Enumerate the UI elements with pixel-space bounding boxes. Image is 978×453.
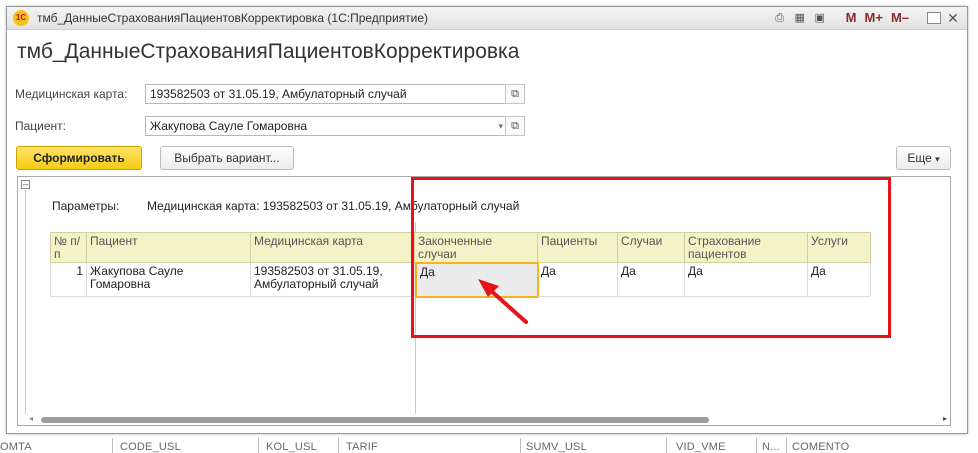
column-header-insurance[interactable]: Страхование пациентов xyxy=(685,232,808,263)
patient-open-button[interactable]: ⧉ xyxy=(505,116,525,136)
tree-guide-line xyxy=(25,190,26,414)
column-header-num[interactable]: № п/п xyxy=(50,232,87,263)
table-cell-cases[interactable]: Да xyxy=(618,263,685,297)
memory-minus-button[interactable]: M– xyxy=(889,10,911,26)
memory-plus-button[interactable]: M+ xyxy=(863,10,885,26)
background-column-label: CODE_USL xyxy=(120,441,181,453)
report-area: – Параметры: Медицинская карта: 19358250… xyxy=(17,176,951,426)
more-button[interactable]: Еще ▾ xyxy=(896,146,951,170)
title-bar: 1С тмб_ДанныеСтрахованияПациентовКоррект… xyxy=(7,7,967,30)
table-cell-med-card[interactable]: 193582503 от 31.05.19, Амбулаторный случ… xyxy=(251,263,415,297)
choose-variant-button[interactable]: Выбрать вариант... xyxy=(160,146,294,170)
background-column-label: VID_VME xyxy=(676,441,726,453)
background-column-label: KOL_USL xyxy=(266,441,317,453)
maximize-icon[interactable] xyxy=(927,12,941,24)
print-icon[interactable]: ⎙ xyxy=(772,10,788,26)
background-column-label: OMTA xyxy=(0,441,32,453)
collapse-group-icon[interactable]: – xyxy=(21,180,30,189)
more-label: Еще xyxy=(907,151,932,165)
column-header-patients[interactable]: Пациенты xyxy=(538,232,618,263)
table-cell-patient[interactable]: Жакупова Сауле Гомаровна xyxy=(87,263,251,297)
params-value: Медицинская карта: 193582503 от 31.05.19… xyxy=(147,199,520,213)
column-header-services[interactable]: Услуги xyxy=(808,232,871,263)
column-header-patient[interactable]: Пациент xyxy=(87,232,251,263)
close-icon[interactable]: ✕ xyxy=(945,10,961,26)
generate-button[interactable]: Сформировать xyxy=(16,146,142,170)
chevron-down-icon: ▾ xyxy=(935,154,940,164)
params-label: Параметры: xyxy=(52,199,120,213)
background-column-label: SUMV_USL xyxy=(526,441,587,453)
memory-m-button[interactable]: M xyxy=(844,10,859,26)
calculator-icon[interactable]: ▦ xyxy=(792,10,808,26)
background-column-label: N... xyxy=(762,441,780,453)
chevron-down-icon[interactable]: ▾ xyxy=(498,117,503,135)
window-title: тмб_ДанныеСтрахованияПациентовКорректиро… xyxy=(37,11,429,25)
scroll-right-icon[interactable]: ▸ xyxy=(943,413,947,425)
calendar-icon[interactable]: ▣ xyxy=(812,10,828,26)
background-column-label: COMENTO xyxy=(792,441,850,453)
scroll-left-icon[interactable]: ◂ xyxy=(29,413,33,425)
med-card-open-button[interactable]: ⧉ xyxy=(505,84,525,104)
column-header-med-card[interactable]: Медицинская карта xyxy=(251,232,415,263)
page-title: тмб_ДанныеСтрахованияПациентовКорректиро… xyxy=(17,40,520,63)
med-card-label: Медицинская карта: xyxy=(15,87,128,101)
app-logo-icon[interactable]: 1С xyxy=(13,10,29,26)
table-cell-insurance[interactable]: Да xyxy=(685,263,808,297)
table-cell-num[interactable]: 1 xyxy=(50,263,87,297)
title-bar-tools: ⎙ ▦ ▣ M M+ M– ✕ xyxy=(772,9,961,27)
table-cell-services[interactable]: Да xyxy=(808,263,871,297)
background-column-label: TARIF xyxy=(346,441,378,453)
med-card-field[interactable]: 193582503 от 31.05.19, Амбулаторный случ… xyxy=(145,84,508,104)
table-cell-patients[interactable]: Да xyxy=(538,263,618,297)
patient-field[interactable]: Жакупова Сауле Гомаровна ▾ xyxy=(145,116,508,136)
scrollbar-thumb[interactable] xyxy=(41,417,709,423)
app-window: 1С тмб_ДанныеСтрахованияПациентовКоррект… xyxy=(6,6,968,434)
patient-label: Пациент: xyxy=(15,119,67,133)
column-header-cases[interactable]: Случаи xyxy=(618,232,685,263)
column-header-finished-cases[interactable]: Законченные случаи xyxy=(415,232,538,263)
patient-value: Жакупова Сауле Гомаровна xyxy=(150,119,308,133)
background-grid-strip: OMTA CODE_USL KOL_USL TARIF SUMV_USL VID… xyxy=(0,438,978,453)
table-cell-finished-cases[interactable]: Да xyxy=(415,262,539,298)
horizontal-scrollbar[interactable]: ◂ ▸ xyxy=(29,413,947,425)
